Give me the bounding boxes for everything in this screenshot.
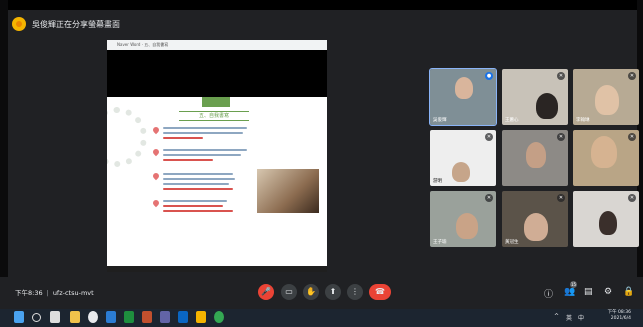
tray-arrow-icon[interactable]: ^ <box>554 313 559 320</box>
slide-title: 五、自我書寫 <box>179 111 249 121</box>
slide-text-line <box>163 210 233 212</box>
slide-text-line <box>163 159 213 161</box>
meeting-code[interactable]: ufz-ctsu-mvt <box>53 289 94 297</box>
meeting-info: 下午8:36 | ufz-ctsu-mvt <box>15 289 94 297</box>
slide-text-line <box>163 137 203 139</box>
slide-text-line <box>163 132 243 134</box>
host-controls-icon[interactable]: 🔒 <box>623 287 634 297</box>
taskbar-clock[interactable]: 下午 08:36 2021/6/4 <box>608 310 631 322</box>
participant-name: 李翰琳 <box>576 118 590 123</box>
people-icon[interactable]: 👥 <box>564 287 575 297</box>
participant-name: 游明 <box>433 179 442 184</box>
mic-active-icon: ● <box>485 72 493 80</box>
participant-tile[interactable]: ✕ 黃冠生 <box>502 191 568 247</box>
participant-tile[interactable]: ✕ 李翰琳 <box>573 69 639 125</box>
tray-lang[interactable]: 英 <box>566 313 572 322</box>
meet-app-icon[interactable] <box>214 311 224 323</box>
slide-text-line <box>163 205 223 207</box>
participant-video <box>456 213 478 239</box>
mic-off-icon: ✕ <box>485 133 493 141</box>
participant-video <box>452 162 470 182</box>
participant-name: 王蕙心 <box>505 118 519 123</box>
present-button[interactable]: ⬆ <box>325 284 341 300</box>
powerpoint-icon[interactable] <box>142 311 152 323</box>
shared-screen[interactable]: Naver Word · 五、自我書寫 五、自我書寫 <box>107 40 327 272</box>
slide: 五、自我書寫 <box>107 97 327 266</box>
windows-start-icon[interactable] <box>14 311 24 323</box>
excel-icon[interactable] <box>124 311 134 323</box>
edge-icon[interactable] <box>178 311 188 323</box>
leave-call-button[interactable]: ☎ <box>369 284 391 300</box>
word-icon[interactable] <box>106 311 116 323</box>
shared-browser-bar: Naver Word · 五、自我書寫 <box>107 40 327 50</box>
slide-decor-bar <box>202 97 230 107</box>
slide-coffee-photo <box>257 169 319 213</box>
activities-icon[interactable]: ⚙ <box>604 287 612 297</box>
presenting-title: 吳俊輝正在分享螢幕畫面 <box>32 19 120 29</box>
mic-off-icon: ✕ <box>628 133 636 141</box>
mic-off-icon: ✕ <box>557 133 565 141</box>
slide-text-line <box>163 188 233 190</box>
teams-icon[interactable] <box>160 311 170 323</box>
clock-date: 2021/6/4 <box>610 316 631 321</box>
frame-top <box>0 0 643 10</box>
slide-text-line <box>163 200 227 202</box>
chat-icon[interactable]: ▤ <box>584 287 593 297</box>
file-explorer-icon[interactable] <box>70 311 80 323</box>
folder-icon[interactable] <box>196 311 206 323</box>
participant-tile[interactable]: ✕ 王蕙心 <box>502 69 568 125</box>
participant-tile[interactable]: ✕ <box>573 191 639 247</box>
participant-video <box>595 85 619 115</box>
participant-tile[interactable]: ✕ <box>502 130 568 186</box>
participant-name: 吳俊輝 <box>433 118 447 123</box>
participant-video <box>524 213 548 241</box>
meet-logo-icon <box>12 17 26 31</box>
shared-taskbar <box>107 266 327 272</box>
participant-tile[interactable]: ✕ 游明 <box>430 130 496 186</box>
tray-lang-secondary[interactable]: 中 <box>578 313 584 322</box>
participant-tile[interactable]: ✕ <box>573 130 639 186</box>
presenter-banner: 吳俊輝正在分享螢幕畫面 <box>12 14 120 34</box>
camera-toggle-button[interactable]: ▭ <box>281 284 297 300</box>
task-view-icon[interactable] <box>50 311 60 323</box>
slide-text-line <box>163 127 247 129</box>
slide-text-line <box>163 149 247 151</box>
mic-toggle-button[interactable]: 🎤 <box>258 284 274 300</box>
slide-bullet-icon <box>151 147 161 157</box>
chrome-icon[interactable] <box>88 311 98 323</box>
slide-bullet-icon <box>151 125 161 135</box>
slide-decor-ring <box>107 107 147 167</box>
slide-text-line <box>163 173 233 175</box>
shared-browser-tab: Naver Word · 五、自我書寫 <box>117 42 169 47</box>
mic-off-icon: ✕ <box>628 72 636 80</box>
mic-off-icon: ✕ <box>485 194 493 202</box>
participant-video <box>526 142 546 168</box>
participant-name: 黃冠生 <box>505 240 519 245</box>
raise-hand-button[interactable]: ✋ <box>303 284 319 300</box>
meet-screen: 吳俊輝正在分享螢幕畫面 Naver Word · 五、自我書寫 五、自我書寫 ●… <box>0 0 643 327</box>
people-count-badge: 15 <box>570 281 577 288</box>
slide-text-line <box>163 183 229 185</box>
slide-bullet-icon <box>151 171 161 181</box>
meeting-time: 下午8:36 <box>15 289 43 297</box>
meeting-details-icon[interactable]: ⓘ <box>544 287 553 300</box>
participant-video <box>591 136 617 168</box>
mic-off-icon: ✕ <box>557 194 565 202</box>
mic-off-icon: ✕ <box>628 194 636 202</box>
participant-video <box>599 211 617 235</box>
participant-video <box>455 77 473 99</box>
participant-name: 王子瑜 <box>433 240 447 245</box>
participant-tile[interactable]: ✕ 王子瑜 <box>430 191 496 247</box>
slide-text-line <box>163 178 235 180</box>
slide-bullet-icon <box>151 198 161 208</box>
slide-text-line <box>163 154 241 156</box>
search-icon[interactable] <box>32 313 41 322</box>
mic-off-icon: ✕ <box>557 72 565 80</box>
more-options-button[interactable]: ⋮ <box>347 284 363 300</box>
participant-tile[interactable]: ● 吳俊輝 <box>429 68 497 126</box>
participant-video <box>536 93 558 119</box>
